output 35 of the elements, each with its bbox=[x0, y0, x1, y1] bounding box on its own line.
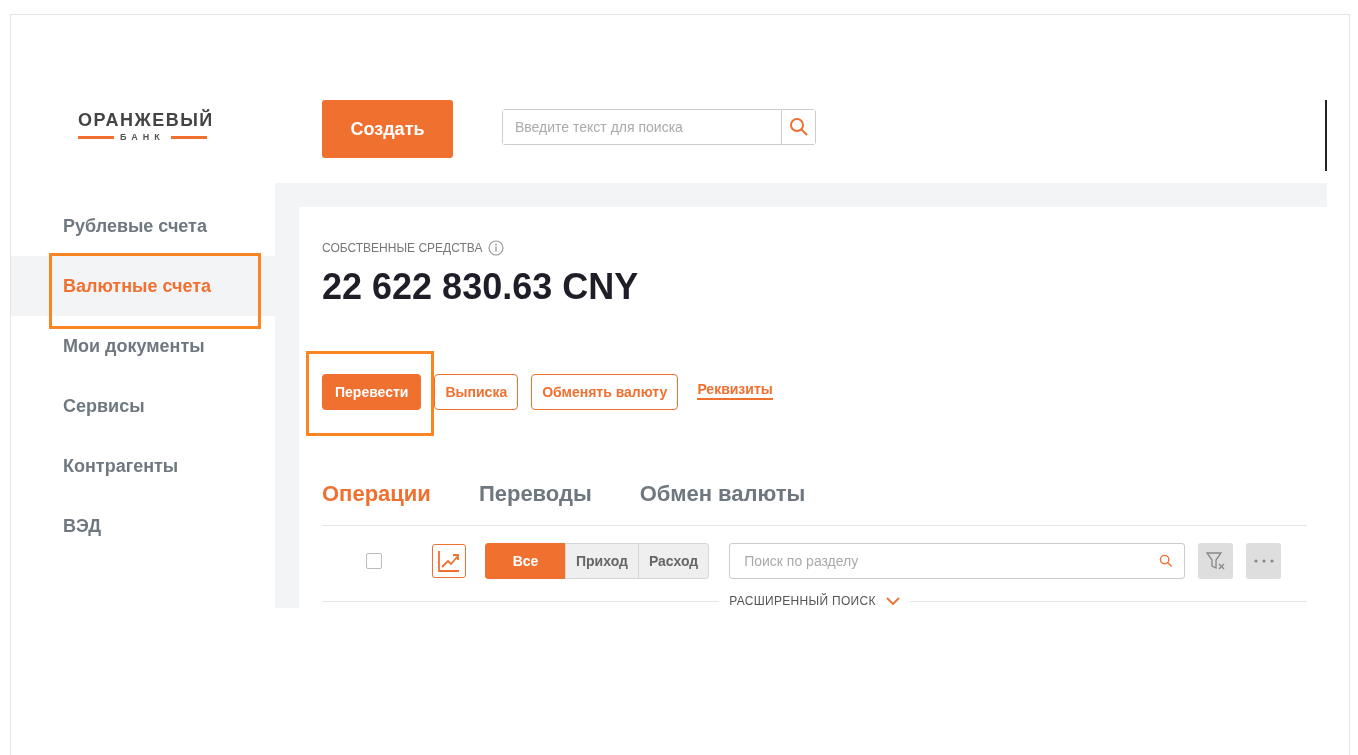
details-link[interactable]: Реквизиты bbox=[697, 380, 773, 400]
action-button[interactable]: Перевести bbox=[322, 374, 422, 410]
tab[interactable]: Переводы bbox=[478, 481, 592, 507]
filter-tab[interactable]: Все bbox=[485, 543, 566, 579]
logo-subtitle: БАНК bbox=[120, 132, 165, 142]
more-button[interactable] bbox=[1246, 543, 1282, 579]
chevron-down-icon[interactable] bbox=[885, 596, 900, 606]
sidebar-item[interactable]: Валютные счета bbox=[11, 256, 275, 316]
sidebar-item[interactable]: Контрагенты bbox=[11, 436, 275, 496]
filter-tab[interactable]: Приход bbox=[565, 543, 639, 579]
action-button[interactable]: Выписка bbox=[434, 374, 519, 410]
tab[interactable]: Обмен валюты bbox=[639, 481, 806, 507]
section-search-field[interactable]: Поиск по разделу bbox=[729, 543, 1186, 579]
action-button[interactable]: Обменять валюту bbox=[531, 374, 679, 410]
logo-name: ОРАНЖЕВЫЙ bbox=[78, 110, 214, 131]
search-button[interactable] bbox=[781, 110, 815, 144]
info-icon[interactable] bbox=[488, 240, 505, 256]
sidebar-item[interactable]: Мои документы bbox=[11, 316, 275, 376]
sidebar-item[interactable]: Рублевые счета bbox=[11, 196, 275, 256]
chart-icon[interactable] bbox=[432, 544, 466, 578]
advanced-search-link[interactable]: РАСШИРЕННЫЙ ПОИСК bbox=[729, 594, 876, 608]
filter-tab[interactable]: Расход bbox=[637, 543, 710, 579]
sidebar-item[interactable]: Сервисы bbox=[11, 376, 275, 436]
select-all-checkbox[interactable] bbox=[366, 553, 382, 569]
sidebar-item[interactable]: ВЭД bbox=[11, 496, 275, 556]
search-icon bbox=[788, 117, 809, 137]
search-field[interactable]: Введите текст для поиска bbox=[502, 109, 816, 145]
balance-amount: 22 622 830.63 CNY bbox=[322, 266, 640, 308]
balance-label: СОБСТВЕННЫЕ СРЕДСТВА bbox=[322, 241, 483, 255]
more-icon bbox=[1253, 559, 1274, 563]
filter-clear-icon bbox=[1204, 550, 1227, 572]
create-button[interactable]: Создать bbox=[322, 100, 453, 158]
tab[interactable]: Операции bbox=[322, 481, 431, 507]
clear-filter-button[interactable] bbox=[1198, 543, 1234, 579]
search-icon bbox=[1159, 554, 1174, 568]
